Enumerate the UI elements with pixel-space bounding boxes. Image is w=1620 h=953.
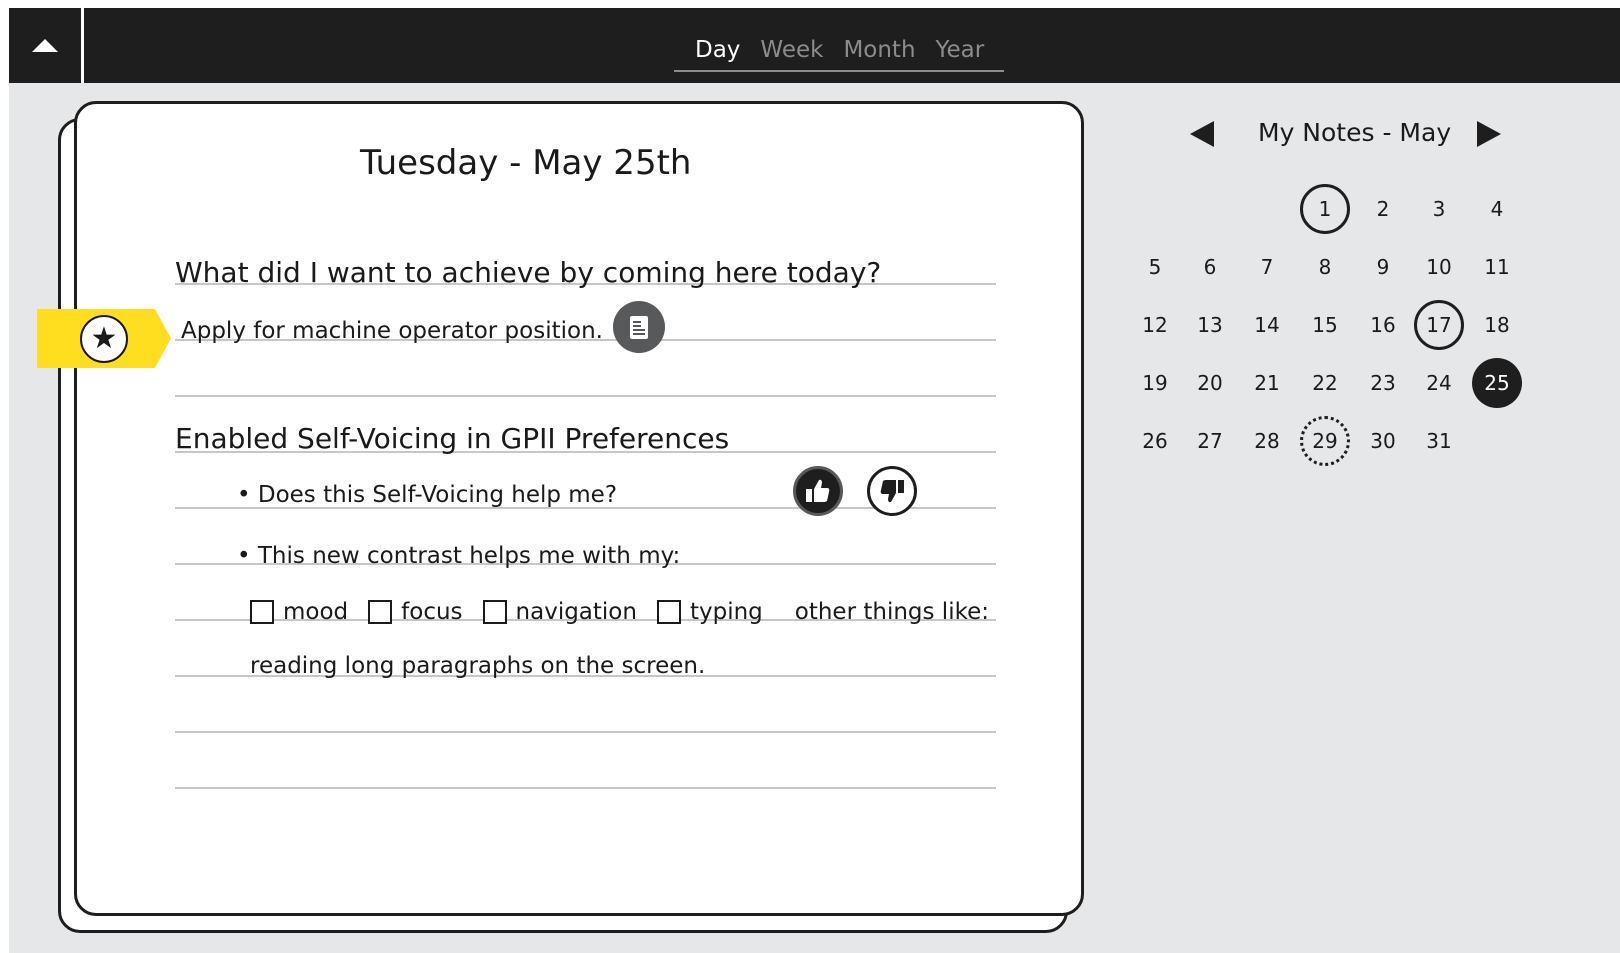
calendar-day-27[interactable]: 27	[1185, 416, 1235, 466]
calendar-day-26[interactable]: 26	[1130, 416, 1180, 466]
section-heading: Enabled Self-Voicing in GPII Preferences	[175, 422, 730, 455]
calendar-day-22[interactable]: 22	[1300, 358, 1350, 408]
rule-line	[175, 787, 996, 789]
checkbox-mood[interactable]: mood	[250, 599, 348, 625]
other-things-value[interactable]: reading long paragraphs on the screen.	[250, 653, 705, 679]
calendar-day-16[interactable]: 16	[1358, 300, 1408, 350]
calendar-day-23[interactable]: 23	[1358, 358, 1408, 408]
thumbs-down-button[interactable]	[867, 466, 917, 516]
calendar-day-3[interactable]: 3	[1414, 184, 1464, 234]
calendar-day-5[interactable]: 5	[1130, 242, 1180, 292]
calendar-day-6[interactable]: 6	[1185, 242, 1235, 292]
tab-month[interactable]: Month	[833, 28, 925, 70]
thumbs-down-icon	[880, 480, 904, 503]
rule-line	[175, 395, 996, 397]
calendar-day-9[interactable]: 9	[1358, 242, 1408, 292]
calendar-day-19[interactable]: 19	[1130, 358, 1180, 408]
tab-year[interactable]: Year	[926, 28, 995, 70]
checkbox-row: mood focus navigation typing other thing…	[250, 599, 989, 625]
bullet-question-self-voicing: • Does this Self-Voicing help me?	[237, 482, 618, 508]
note-button[interactable]	[613, 301, 665, 353]
calendar-grid: 1 2 3 4 5 6 7 8 9 10 11 12 13 14 15 16 17 18 19 20 21 22 23 24 2…	[1130, 184, 1550, 484]
triangle-right-icon[interactable]	[1477, 121, 1501, 147]
document-icon	[630, 315, 648, 339]
goal-text[interactable]: Apply for machine operator position.	[181, 318, 603, 344]
top-bar-divider	[81, 8, 84, 83]
calendar-day-24[interactable]: 24	[1414, 358, 1464, 408]
calendar-day-25[interactable]: 25	[1472, 358, 1522, 408]
calendar-day-11[interactable]: 11	[1472, 242, 1522, 292]
collapse-button[interactable]	[9, 8, 81, 83]
checkbox-typing[interactable]: typing	[656, 599, 763, 625]
checkbox-label: focus	[401, 599, 463, 625]
triangle-left-icon[interactable]	[1190, 121, 1214, 147]
thumbs-up-icon	[806, 479, 830, 502]
goal-question: What did I want to achieve by coming her…	[175, 256, 882, 289]
star-icon[interactable]: ★	[80, 315, 128, 363]
triangle-up-icon	[32, 39, 58, 52]
calendar-day-13[interactable]: 13	[1185, 300, 1235, 350]
calendar-day-31[interactable]: 31	[1414, 416, 1464, 466]
other-things-label: other things like:	[794, 599, 989, 625]
top-bar: Day Week Month Year	[9, 8, 1620, 83]
calendar-day-8[interactable]: 8	[1300, 242, 1350, 292]
calendar-day-18[interactable]: 18	[1472, 300, 1522, 350]
checkbox-navigation[interactable]: navigation	[482, 599, 637, 625]
checkbox-label: mood	[283, 599, 349, 625]
checkbox-label: navigation	[515, 599, 637, 625]
tab-week[interactable]: Week	[750, 28, 833, 70]
calendar-day-12[interactable]: 12	[1130, 300, 1180, 350]
page-title: Tuesday - May 25th	[360, 143, 692, 183]
calendar-title: My Notes - May	[1258, 118, 1452, 147]
calendar-day-2[interactable]: 2	[1358, 184, 1408, 234]
calendar-day-28[interactable]: 28	[1242, 416, 1292, 466]
calendar-day-29[interactable]: 29	[1300, 416, 1350, 466]
thumbs-up-button[interactable]	[793, 466, 843, 516]
calendar-day-30[interactable]: 30	[1358, 416, 1408, 466]
checkbox-label: typing	[689, 599, 763, 625]
bullet-contrast: • This new contrast helps me with my:	[237, 543, 681, 569]
notebook-page	[74, 101, 1084, 916]
checkbox[interactable]	[250, 600, 274, 624]
checkbox[interactable]	[368, 600, 393, 624]
calendar-day-4[interactable]: 4	[1472, 184, 1522, 234]
calendar-day-10[interactable]: 10	[1414, 242, 1464, 292]
checkbox[interactable]	[482, 600, 507, 624]
checkbox-focus[interactable]: focus	[368, 599, 463, 625]
rule-line	[175, 731, 996, 733]
calendar-day-21[interactable]: 21	[1242, 358, 1292, 408]
calendar-day-17[interactable]: 17	[1414, 300, 1464, 350]
calendar-day-14[interactable]: 14	[1242, 300, 1292, 350]
tab-day[interactable]: Day	[685, 28, 750, 70]
calendar-day-1[interactable]: 1	[1300, 184, 1350, 234]
calendar-day-15[interactable]: 15	[1300, 300, 1350, 350]
calendar-day-7[interactable]: 7	[1242, 242, 1292, 292]
checkbox[interactable]	[656, 600, 681, 624]
calendar-day-20[interactable]: 20	[1185, 358, 1235, 408]
view-tabs: Day Week Month Year	[674, 28, 1005, 72]
